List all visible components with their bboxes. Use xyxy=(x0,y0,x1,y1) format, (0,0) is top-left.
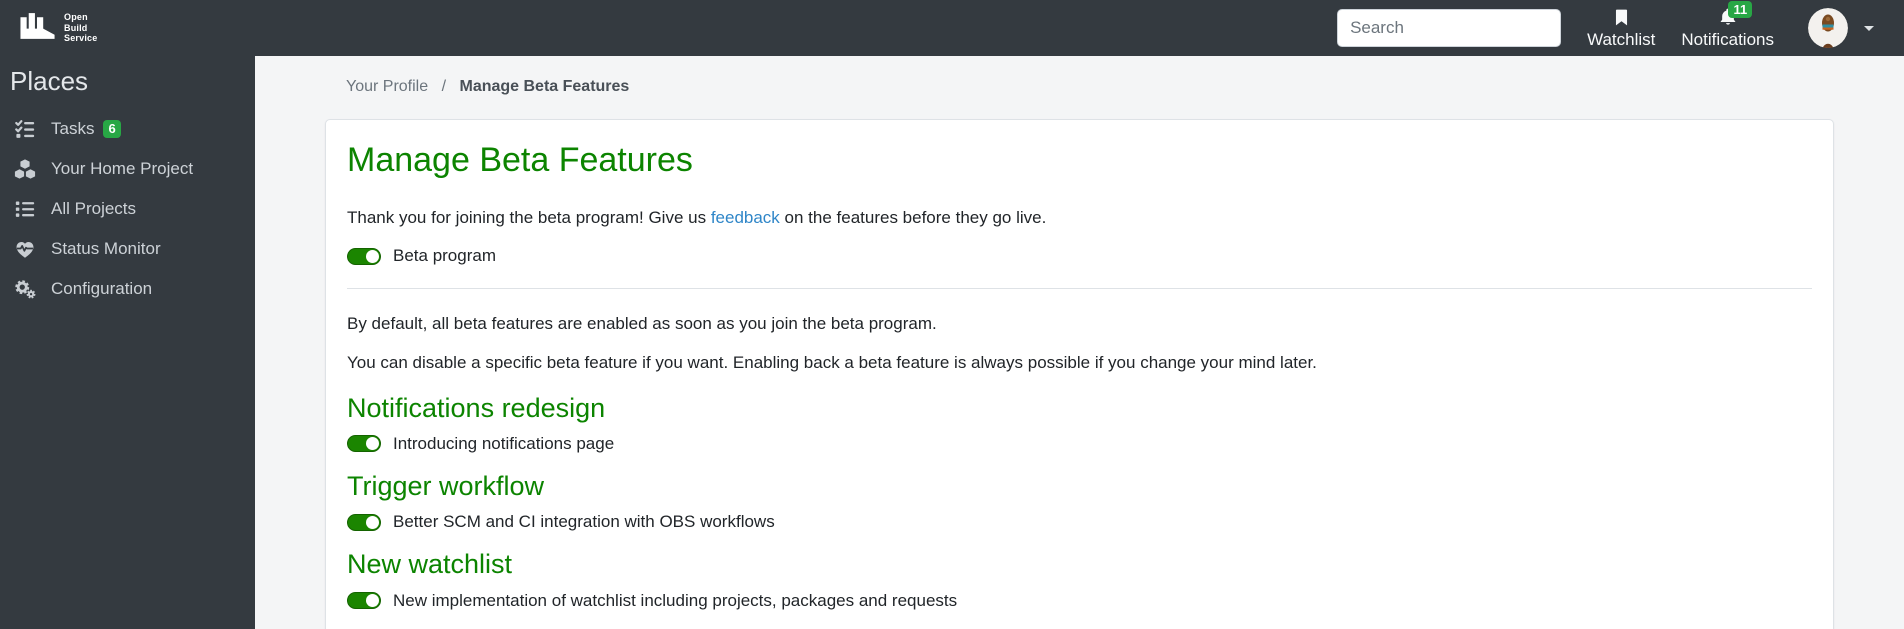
bell-icon: 11 xyxy=(1718,7,1738,27)
obs-logo-text: Open Build Service xyxy=(64,12,97,43)
intro-text: Thank you for joining the beta program! … xyxy=(347,207,1812,228)
feature-row: Introducing notifications page xyxy=(347,434,1812,454)
watchlist-label: Watchlist xyxy=(1587,30,1655,50)
sidebar-item-all-projects[interactable]: All Projects xyxy=(0,189,255,229)
feature-title-notifications-redesign: Notifications redesign xyxy=(347,392,1812,424)
search-input[interactable] xyxy=(1337,9,1561,47)
home-project-cubes-icon xyxy=(12,158,38,180)
sidebar-item-label: All Projects xyxy=(51,199,136,219)
new-watchlist-toggle[interactable] xyxy=(347,592,381,609)
feature-title-new-watchlist: New watchlist xyxy=(347,548,1812,580)
feature-toggle-label: Better SCM and CI integration with OBS w… xyxy=(393,512,775,532)
breadcrumb-current: Manage Beta Features xyxy=(459,78,629,95)
tasks-count-badge: 6 xyxy=(103,120,120,138)
beta-default-paragraph: By default, all beta features are enable… xyxy=(347,313,1812,334)
sidebar-item-tasks[interactable]: Tasks 6 xyxy=(0,109,255,149)
main-content: Your Profile / Manage Beta Features Mana… xyxy=(255,56,1904,629)
feature-row: New implementation of watchlist includin… xyxy=(347,591,1812,611)
user-menu[interactable] xyxy=(1808,8,1874,48)
beta-disable-paragraph: You can disable a specific beta feature … xyxy=(347,352,1812,373)
sidebar: Places Tasks 6 Your Home Project xyxy=(0,0,255,629)
beta-features-card: Manage Beta Features Thank you for joini… xyxy=(325,119,1834,629)
sidebar-item-status-monitor[interactable]: Status Monitor xyxy=(0,229,255,269)
page-title: Manage Beta Features xyxy=(347,140,1812,181)
intro-text-before: Thank you for joining the beta program! … xyxy=(347,208,711,227)
feedback-link[interactable]: feedback xyxy=(711,208,780,227)
sidebar-heading: Places xyxy=(10,66,255,97)
trigger-workflow-toggle[interactable] xyxy=(347,514,381,531)
breadcrumb-your-profile[interactable]: Your Profile xyxy=(346,78,428,95)
sidebar-item-configuration[interactable]: Configuration xyxy=(0,269,255,309)
bookmark-icon xyxy=(1612,7,1631,27)
notifications-label: Notifications xyxy=(1681,30,1774,50)
divider xyxy=(347,288,1812,289)
beta-program-toggle[interactable] xyxy=(347,248,381,265)
sidebar-item-your-home-project[interactable]: Your Home Project xyxy=(0,149,255,189)
breadcrumb-separator: / xyxy=(442,78,446,95)
feature-toggle-label: Introducing notifications page xyxy=(393,434,614,454)
breadcrumb: Your Profile / Manage Beta Features xyxy=(325,78,1834,96)
feature-toggle-label: New implementation of watchlist includin… xyxy=(393,591,957,611)
notifications-count-badge: 11 xyxy=(1728,1,1752,19)
notifications-nav-item[interactable]: 11 Notifications xyxy=(1681,7,1774,50)
obs-logo[interactable]: Open Build Service xyxy=(16,10,97,46)
beta-program-row: Beta program xyxy=(347,246,1812,266)
sidebar-item-label: Configuration xyxy=(51,279,152,299)
configuration-gears-icon xyxy=(12,278,38,300)
feature-title-trigger-workflow: Trigger workflow xyxy=(347,470,1812,502)
intro-text-after: on the features before they go live. xyxy=(780,208,1047,227)
all-projects-list-icon xyxy=(12,198,38,220)
feature-row: Better SCM and CI integration with OBS w… xyxy=(347,512,1812,532)
notifications-redesign-toggle[interactable] xyxy=(347,435,381,452)
beta-program-toggle-label: Beta program xyxy=(393,246,496,266)
avatar xyxy=(1808,8,1848,48)
sidebar-item-label: Your Home Project xyxy=(51,159,193,179)
status-monitor-heart-icon xyxy=(12,238,38,260)
watchlist-nav-item[interactable]: Watchlist xyxy=(1587,7,1655,50)
chevron-down-icon xyxy=(1864,26,1874,31)
sidebar-item-label: Tasks xyxy=(51,119,94,139)
obs-factory-logo-icon xyxy=(16,10,58,46)
tasks-icon xyxy=(12,118,38,140)
sidebar-item-label: Status Monitor xyxy=(51,239,161,259)
top-navbar: Open Build Service Watchlist 11 Notif xyxy=(0,0,1904,56)
